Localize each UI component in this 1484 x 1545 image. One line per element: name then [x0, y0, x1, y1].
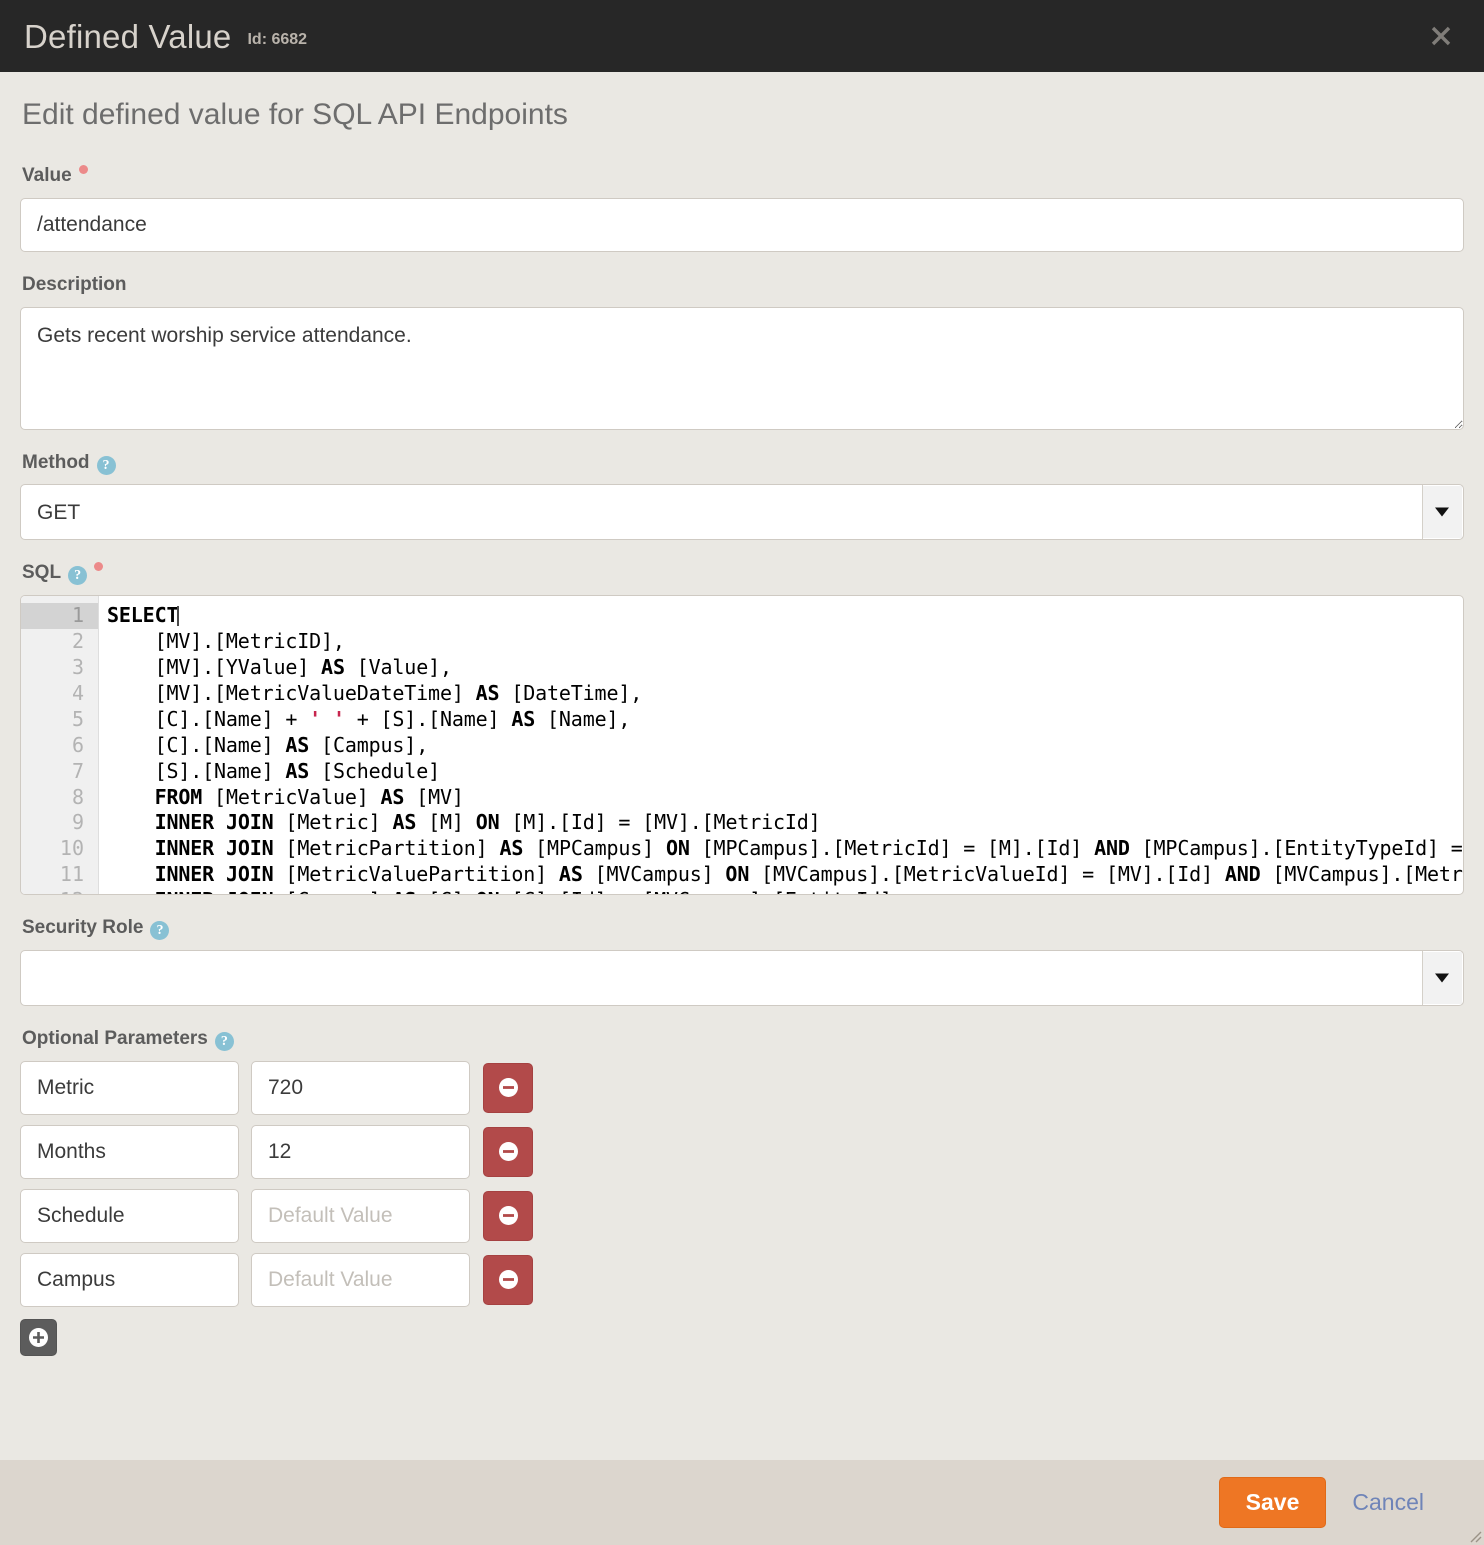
code-line: INNER JOIN [Campus] AS [C] ON [C].[Id] =…	[99, 888, 1463, 894]
method-label-text: Method	[22, 451, 90, 473]
page-title: Edit defined value for SQL API Endpoints	[22, 98, 568, 131]
remove-parameter-button[interactable]	[483, 1062, 533, 1113]
parameter-key-input[interactable]	[20, 1252, 239, 1307]
security-role-select[interactable]	[20, 949, 1464, 1006]
remove-parameter-button[interactable]	[483, 1190, 533, 1241]
circle-plus-icon	[29, 1327, 48, 1347]
parameter-key-input[interactable]	[20, 1124, 239, 1179]
parameter-value-input[interactable]	[251, 1188, 470, 1243]
optional-parameters-group: Optional Parameters?	[20, 1028, 1464, 1356]
security-role-label-text: Security Role	[22, 917, 144, 939]
defined-value-modal: Defined Value Id: 6682 Edit defined valu…	[0, 0, 1484, 1545]
parameter-rows	[20, 1060, 1464, 1307]
value-label: Value	[22, 165, 1464, 188]
help-icon[interactable]: ?	[96, 455, 116, 475]
close-icon[interactable]	[1426, 21, 1456, 51]
remove-parameter-button[interactable]	[483, 1254, 533, 1305]
parameter-row	[20, 1060, 1464, 1115]
resize-grip-icon	[1470, 1531, 1482, 1543]
code-line: FROM [MetricValue] AS [MV]	[154, 784, 464, 809]
sql-label-text: SQL	[22, 562, 62, 584]
code-line: [S].[Name] AS [Schedule]	[107, 758, 441, 783]
modal-record-id: Id: 6682	[247, 31, 308, 48]
value-label-text: Value	[22, 165, 72, 186]
code-line-number: 6	[71, 732, 84, 757]
sql-label: SQL?	[22, 562, 1464, 586]
sql-form-group: SQL? 123456789101112 SELECT [MV].[Metric…	[20, 562, 1464, 896]
code-line: [MV].[YValue] AS [Value],	[107, 655, 452, 679]
circle-minus-icon	[498, 1142, 518, 1162]
parameter-value-input[interactable]	[251, 1252, 470, 1307]
code-line: SELECT	[99, 603, 1463, 630]
required-indicator	[78, 165, 88, 174]
code-line-numbers: 123456789101112	[21, 596, 99, 895]
parameter-key-input[interactable]	[20, 1060, 239, 1115]
code-line-number: 4	[71, 680, 84, 705]
code-line-number: 10	[59, 836, 84, 861]
code-line: INNER JOIN [MetricValuePartition] AS [MV…	[154, 862, 1463, 887]
code-line-number: 12	[21, 888, 98, 894]
code-line: INNER JOIN [Metric] AS [M] ON [M].[Id] =…	[154, 810, 821, 835]
code-line: [MV].[MetricID],	[107, 629, 345, 654]
code-line: INNER JOIN [MetricPartition] AS [MPCampu…	[154, 836, 1463, 861]
code-line-number: 11	[59, 862, 84, 887]
description-form-group: Description Gets recent worship service …	[20, 274, 1464, 430]
method-select[interactable]: GET	[20, 484, 1464, 541]
code-line-number: 9	[71, 810, 84, 835]
parameter-row	[20, 1252, 1464, 1307]
modal-header: Defined Value Id: 6682	[0, 0, 1484, 72]
add-parameter-button[interactable]	[20, 1318, 57, 1356]
security-role-label: Security Role?	[22, 917, 1464, 941]
code-line-number: 2	[71, 629, 84, 654]
circle-minus-icon	[498, 1270, 518, 1290]
code-content[interactable]: SELECT [MV].[MetricID], [MV].[YValue] AS…	[99, 596, 1463, 894]
code-line-number: 7	[71, 758, 84, 783]
code-line-number: 8	[71, 784, 84, 809]
code-line-number: 3	[71, 655, 84, 679]
parameter-key-input[interactable]	[20, 1188, 239, 1243]
code-line: [C].[Name] AS [Campus],	[107, 732, 429, 757]
value-form-group: Value	[20, 165, 1464, 252]
help-icon[interactable]: ?	[68, 566, 88, 586]
method-select-wrap: GET	[20, 484, 1464, 541]
optional-parameters-label-text: Optional Parameters	[22, 1027, 208, 1049]
cancel-button[interactable]: Cancel	[1348, 1483, 1428, 1522]
description-textarea[interactable]: Gets recent worship service attendance.	[20, 306, 1464, 430]
security-role-form-group: Security Role?	[20, 917, 1464, 1006]
modal-body: Edit defined value for SQL API Endpoints…	[0, 72, 1484, 1460]
parameter-value-input[interactable]	[251, 1124, 470, 1179]
code-line: [MV].[MetricValueDateTime] AS [DateTime]…	[107, 680, 643, 705]
value-input[interactable]	[20, 197, 1464, 252]
parameter-row	[20, 1188, 1464, 1243]
text-cursor	[177, 606, 180, 627]
save-button[interactable]: Save	[1218, 1476, 1327, 1529]
optional-parameters-label: Optional Parameters?	[22, 1028, 1464, 1051]
circle-minus-icon	[498, 1078, 518, 1098]
sql-code-editor[interactable]: 123456789101112 SELECT [MV].[MetricID], …	[20, 595, 1464, 896]
parameter-value-input[interactable]	[251, 1060, 470, 1115]
circle-minus-icon	[498, 1206, 518, 1226]
modal-footer: Save Cancel	[0, 1460, 1484, 1545]
parameter-row	[20, 1124, 1464, 1179]
remove-parameter-button[interactable]	[483, 1126, 533, 1177]
modal-title: Defined Value	[24, 17, 232, 55]
method-label: Method?	[22, 452, 1464, 475]
help-icon[interactable]: ?	[150, 921, 170, 941]
help-icon[interactable]: ?	[214, 1031, 234, 1051]
method-form-group: Method? GET	[20, 452, 1464, 541]
required-indicator	[94, 562, 104, 572]
code-line-number: 5	[71, 706, 84, 731]
description-label: Description	[22, 273, 127, 295]
code-line-number: 1	[21, 603, 98, 630]
security-role-select-wrap	[20, 949, 1464, 1006]
code-line: [C].[Name] + ' ' + [S].[Name] AS [Name],	[107, 706, 631, 731]
